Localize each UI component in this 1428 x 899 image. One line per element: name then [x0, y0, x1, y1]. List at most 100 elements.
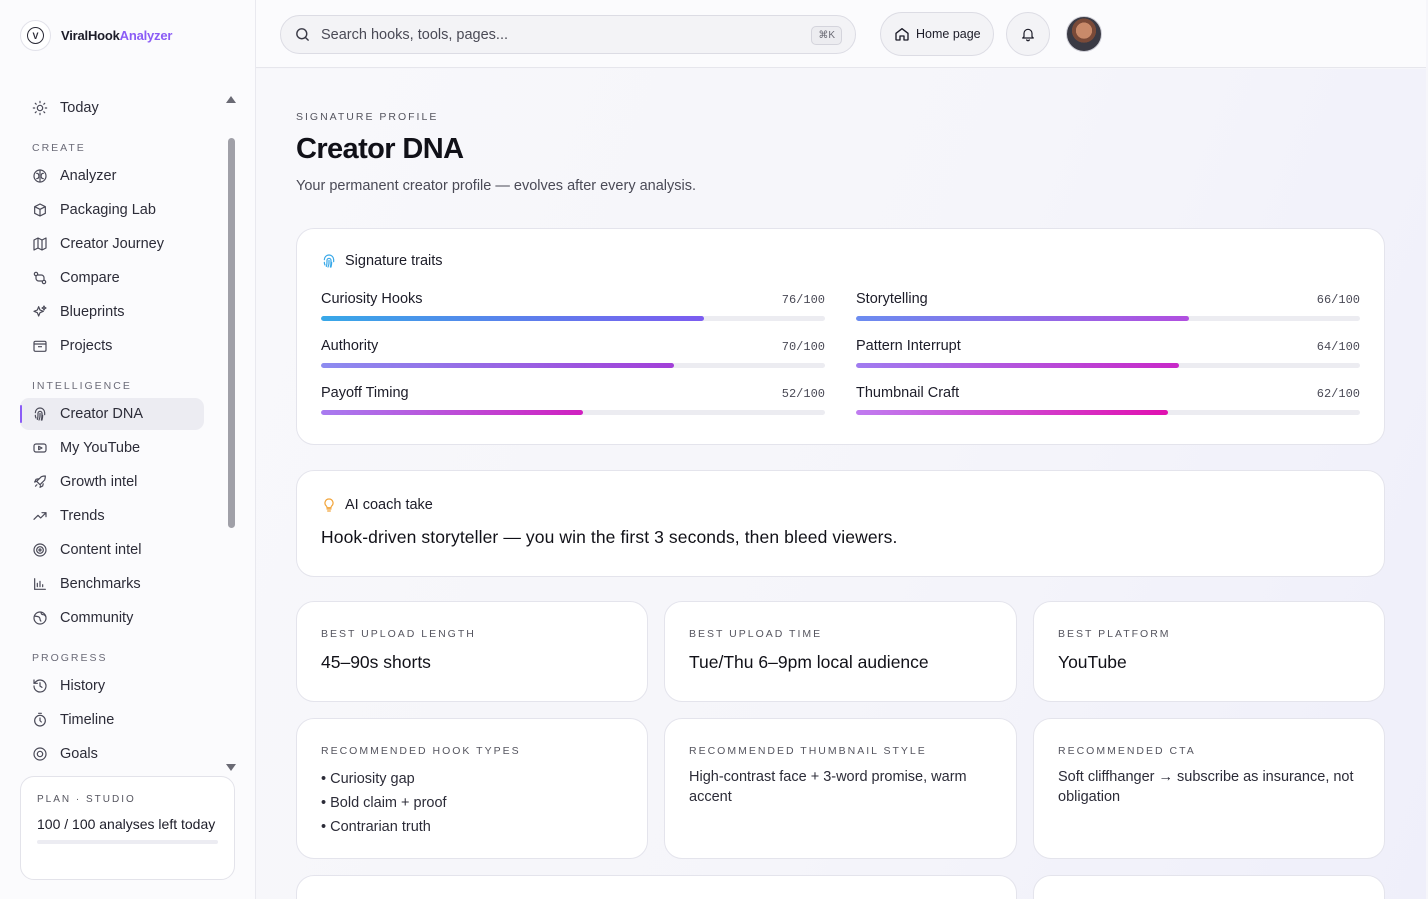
- sidebar-item-packaging-lab[interactable]: Packaging Lab: [20, 194, 204, 226]
- recommended-cta-card: RECOMMENDED CTA Soft cliffhanger → subsc…: [1033, 718, 1385, 859]
- hook-types-list: Curiosity gap Bold claim + proof Contrar…: [321, 767, 623, 839]
- trait-curiosity-hooks: Curiosity Hooks 76/100: [321, 291, 825, 321]
- compare-icon: [32, 270, 48, 286]
- best-upload-length-card: BEST UPLOAD LENGTH 45–90s shorts: [296, 601, 648, 702]
- sidebar-item-label: Today: [60, 100, 99, 116]
- sun-icon: [32, 100, 48, 116]
- sidebar-item-creator-journey[interactable]: Creator Journey: [20, 228, 204, 260]
- search-icon: [294, 26, 311, 43]
- recommended-thumbnail-style-card: RECOMMENDED THUMBNAIL STYLE High-contras…: [664, 718, 1017, 859]
- sidebar-item-label: Timeline: [60, 712, 115, 728]
- list-item: Bold claim + proof: [321, 791, 623, 815]
- recommended-hook-types-card: RECOMMENDED HOOK TYPES Curiosity gap Bol…: [296, 718, 648, 859]
- topbar: ⌘K Home page: [256, 0, 1426, 68]
- trait-score: 62/100: [1316, 387, 1360, 401]
- brand[interactable]: V ViralHookAnalyzer: [20, 20, 172, 51]
- sidebar-item-analyzer[interactable]: Analyzer: [20, 160, 204, 192]
- sidebar-item-label: History: [60, 678, 106, 694]
- best-upload-time-card: BEST UPLOAD TIME Tue/Thu 6–9pm local aud…: [664, 601, 1017, 702]
- sidebar-item-timeline[interactable]: Timeline: [20, 704, 204, 736]
- home-page-button[interactable]: Home page: [880, 12, 994, 56]
- sidebar-item-history[interactable]: History: [20, 670, 204, 702]
- youtube-icon: [32, 440, 48, 456]
- signature-traits-header: Signature traits: [321, 253, 1360, 269]
- rec-text: Soft cliffhanger → subscribe as insuranc…: [1058, 769, 1354, 805]
- plan-label: PLAN · STUDIO: [37, 794, 136, 805]
- best-platform-card: BEST PLATFORM YouTube: [1033, 601, 1385, 702]
- traits-grid: Curiosity Hooks 76/100 Storytelling 66/100…: [321, 291, 1360, 415]
- sidebar-item-label: Growth intel: [60, 474, 138, 490]
- sidebar-item-today[interactable]: Today: [20, 92, 204, 124]
- page-eyebrow: SIGNATURE PROFILE: [296, 111, 439, 123]
- rec-label: RECOMMENDED THUMBNAIL STYLE: [689, 745, 927, 757]
- sidebar-item-label: Blueprints: [60, 304, 125, 320]
- trait-name: Authority: [321, 338, 379, 354]
- folder-icon: [32, 338, 48, 354]
- sidebar-item-label: Content intel: [60, 542, 142, 558]
- trait-score: 76/100: [781, 293, 825, 307]
- bottom-card-right: [1033, 875, 1385, 899]
- trait-bar-track: [321, 363, 825, 368]
- main-content: SIGNATURE PROFILE Creator DNA Your perma…: [256, 69, 1426, 899]
- ai-coach-header: AI coach take: [321, 497, 1360, 513]
- map-icon: [32, 236, 48, 252]
- signature-traits-title: Signature traits: [345, 253, 443, 269]
- trait-storytelling: Storytelling 66/100: [856, 291, 1360, 321]
- trait-score: 64/100: [1316, 340, 1360, 354]
- search-shortcut-badge: ⌘K: [811, 26, 842, 45]
- sidebar-item-compare[interactable]: Compare: [20, 262, 204, 294]
- sidebar-item-label: Projects: [60, 338, 113, 354]
- sidebar-item-label: My YouTube: [60, 440, 141, 456]
- sidebar-item-community[interactable]: Community: [20, 602, 204, 634]
- brand-logo: V: [20, 20, 51, 51]
- sidebar-item-benchmarks[interactable]: Benchmarks: [20, 568, 204, 600]
- sidebar-section-create: CREATE: [32, 142, 86, 154]
- trait-bar-fill: [321, 410, 584, 415]
- sidebar-item-projects[interactable]: Projects: [20, 330, 204, 362]
- list-item: Curiosity gap: [321, 767, 623, 791]
- sparkles-icon: [32, 304, 48, 320]
- ai-coach-title: AI coach take: [345, 497, 433, 513]
- trait-authority: Authority 70/100: [321, 338, 825, 368]
- sidebar-section-intelligence: INTELLIGENCE: [32, 380, 132, 392]
- fingerprint-icon: [323, 254, 335, 268]
- timer-icon: [32, 712, 48, 728]
- trait-bar-track: [856, 410, 1360, 415]
- history-icon: [32, 678, 48, 694]
- brain-icon: [32, 168, 48, 184]
- sidebar-item-growth-intel[interactable]: Growth intel: [20, 466, 204, 498]
- search-input[interactable]: [321, 26, 801, 43]
- rec-label: RECOMMENDED HOOK TYPES: [321, 745, 521, 757]
- goal-icon: [32, 746, 48, 762]
- globe-icon: [32, 610, 48, 626]
- plan-usage-text: 100 / 100 analyses left today: [37, 816, 216, 832]
- sidebar-item-my-youtube[interactable]: My YouTube: [20, 432, 204, 464]
- notifications-button[interactable]: [1006, 12, 1050, 56]
- rec-label: RECOMMENDED CTA: [1058, 745, 1196, 757]
- plan-card[interactable]: PLAN · STUDIO 100 / 100 analyses left to…: [20, 776, 235, 880]
- sidebar-item-content-intel[interactable]: Content intel: [20, 534, 204, 566]
- sidebar-item-blueprints[interactable]: Blueprints: [20, 296, 204, 328]
- sidebar-section-progress: PROGRESS: [32, 652, 108, 664]
- trait-score: 52/100: [781, 387, 825, 401]
- home-page-label: Home page: [916, 27, 981, 41]
- sidebar: V ViralHookAnalyzer Today CREATE Analyze…: [0, 0, 256, 899]
- list-item: Contrarian truth: [321, 815, 623, 839]
- trait-bar-track: [321, 410, 825, 415]
- trait-pattern-interrupt: Pattern Interrupt 64/100: [856, 338, 1360, 368]
- stat-label: BEST PLATFORM: [1058, 628, 1171, 640]
- sidebar-item-goals[interactable]: Goals: [20, 738, 204, 770]
- stat-value: YouTube: [1058, 652, 1127, 672]
- trait-name: Thumbnail Craft: [856, 385, 960, 401]
- signature-traits-card: Signature traits Curiosity Hooks 76/100 S…: [296, 228, 1385, 445]
- brand-name-accent: Analyzer: [119, 28, 173, 43]
- avatar[interactable]: [1066, 16, 1102, 52]
- plan-usage-bar: [37, 840, 218, 844]
- sidebar-nav: Today CREATE Analyzer Packaging Lab Crea…: [0, 92, 240, 777]
- sidebar-item-trends[interactable]: Trends: [20, 500, 204, 532]
- search-bar[interactable]: ⌘K: [280, 15, 856, 54]
- bell-icon: [1022, 28, 1034, 42]
- trait-bar-fill: [856, 316, 1189, 321]
- sidebar-item-label: Trends: [60, 508, 105, 524]
- sidebar-item-creator-dna[interactable]: Creator DNA: [20, 398, 204, 430]
